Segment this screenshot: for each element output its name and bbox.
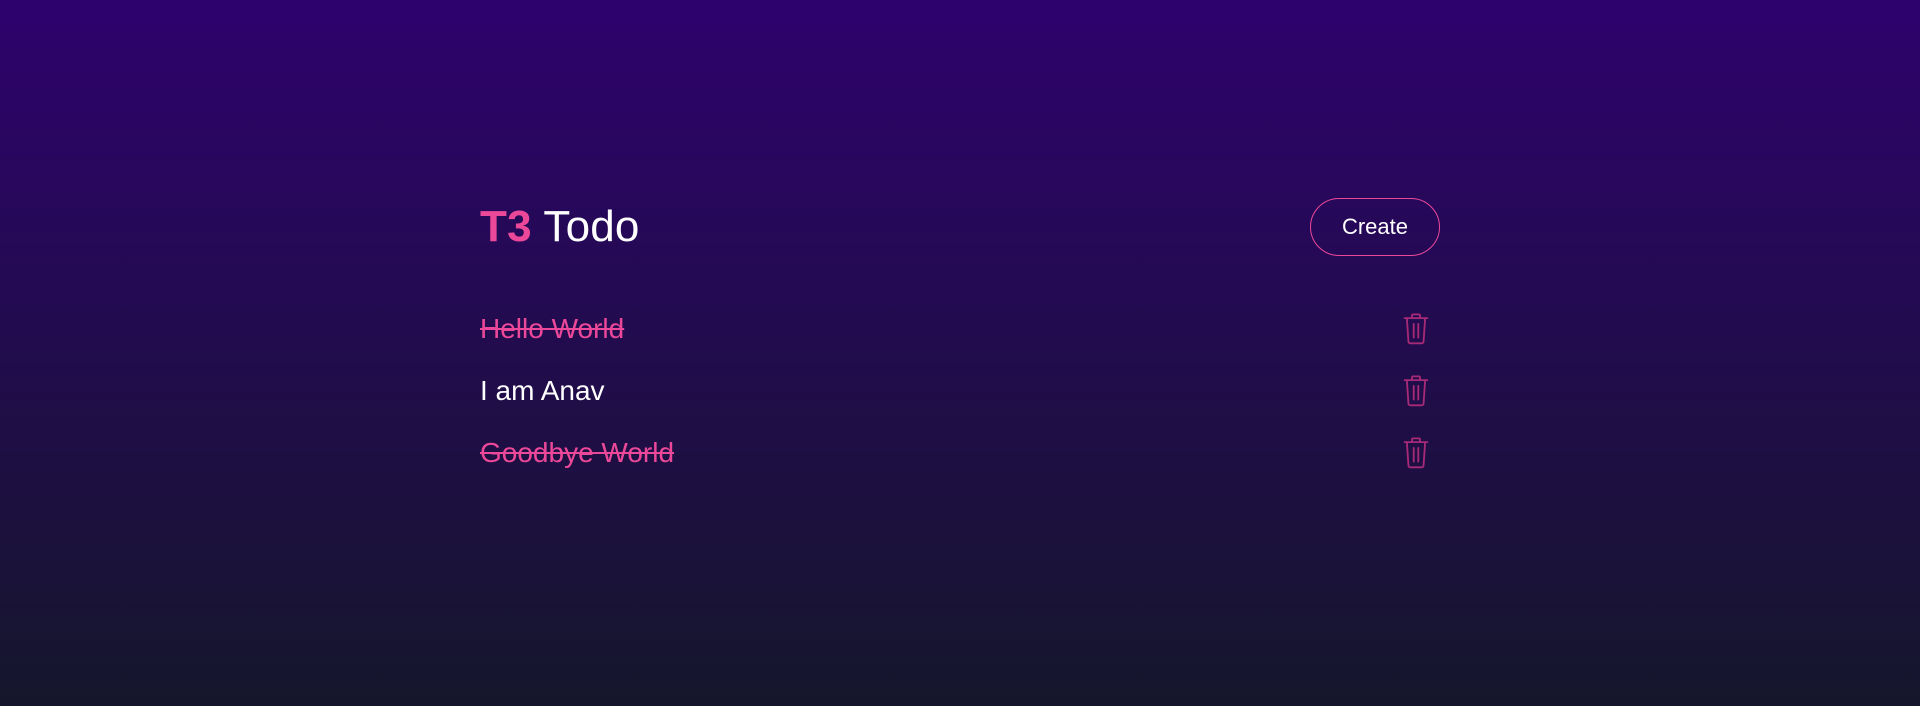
trash-icon[interactable] (1400, 436, 1432, 470)
page-title: T3 Todo (480, 198, 640, 256)
todo-item: Goodbye World (480, 422, 1440, 484)
todo-app: T3 Todo Create Hello World I am Anav Goo… (480, 198, 1440, 500)
todo-item: Hello World (480, 298, 1440, 360)
brand-label: T3 (480, 202, 532, 251)
todo-item: I am Anav (480, 360, 1440, 422)
todo-list: Hello World I am Anav Goodbye World (480, 298, 1440, 484)
header: T3 Todo Create (480, 198, 1440, 256)
trash-icon[interactable] (1400, 312, 1432, 346)
create-button[interactable]: Create (1310, 198, 1440, 256)
title-label: Todo (543, 202, 640, 251)
todo-text[interactable]: Hello World (480, 298, 624, 360)
trash-icon[interactable] (1400, 374, 1432, 408)
todo-text[interactable]: Goodbye World (480, 422, 674, 484)
todo-text[interactable]: I am Anav (480, 360, 605, 422)
